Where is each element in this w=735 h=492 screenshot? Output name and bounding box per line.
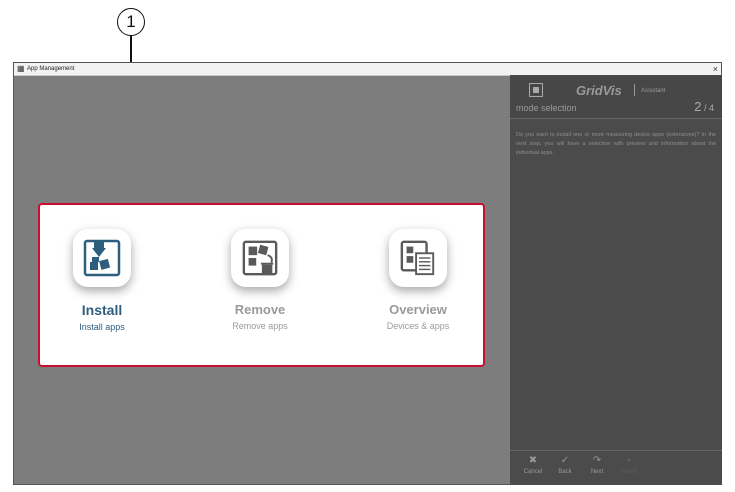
install-title: Install	[81, 302, 123, 318]
callout-number: 1	[117, 8, 145, 36]
back-icon: ✓	[560, 455, 570, 466]
cancel-icon: ✖	[528, 455, 538, 466]
overview-title: Overview	[389, 302, 447, 317]
assistant-panel: GridVis Assistant mode selection 2 / 4 D…	[510, 75, 722, 485]
next-label: Next	[590, 469, 604, 475]
gridvis-logo-icon	[529, 83, 543, 97]
install-icon	[73, 229, 131, 287]
finish-button[interactable]: ▪ Finish	[614, 455, 644, 477]
install-option[interactable]: Install Install apps	[42, 229, 162, 332]
mode-label: mode selection	[516, 103, 577, 113]
brand-name: GridVis	[576, 83, 622, 98]
assistant-footer: ✖ Cancel ✓ Back ↷ Next ▪ Finish	[510, 450, 722, 485]
assistant-header: GridVis Assistant mode selection 2 / 4	[510, 75, 722, 119]
brand-suffix: Assistant	[641, 88, 666, 94]
close-icon[interactable]: ×	[713, 63, 718, 75]
overview-icon	[389, 229, 447, 287]
step-total: 4	[708, 103, 714, 113]
finish-icon: ▪	[627, 455, 631, 466]
app-icon: ▦	[17, 64, 25, 73]
overview-subtitle: Devices & apps	[386, 321, 450, 331]
cancel-label: Cancel	[523, 469, 543, 475]
back-label: Back	[558, 469, 572, 475]
remove-option[interactable]: Remove Remove apps	[200, 229, 320, 331]
mode-options-card: Install Install apps Remove Remove apps	[38, 203, 485, 367]
finish-label: Finish	[620, 469, 637, 475]
remove-title: Remove	[234, 302, 286, 317]
remove-icon	[231, 229, 289, 287]
next-button[interactable]: ↷ Next	[582, 455, 612, 477]
overview-option[interactable]: Overview Devices & apps	[358, 229, 478, 331]
back-button[interactable]: ✓ Back	[550, 455, 580, 477]
remove-subtitle: Remove apps	[232, 321, 288, 331]
install-subtitle: Install apps	[79, 322, 125, 332]
assistant-description: Do you want to install one or more measu…	[516, 132, 716, 156]
cancel-button[interactable]: ✖ Cancel	[518, 455, 548, 477]
brand-divider	[634, 84, 635, 96]
next-icon: ↷	[592, 455, 602, 466]
step-indicator: 2 / 4	[694, 99, 714, 114]
window-title: App Management	[27, 66, 75, 72]
